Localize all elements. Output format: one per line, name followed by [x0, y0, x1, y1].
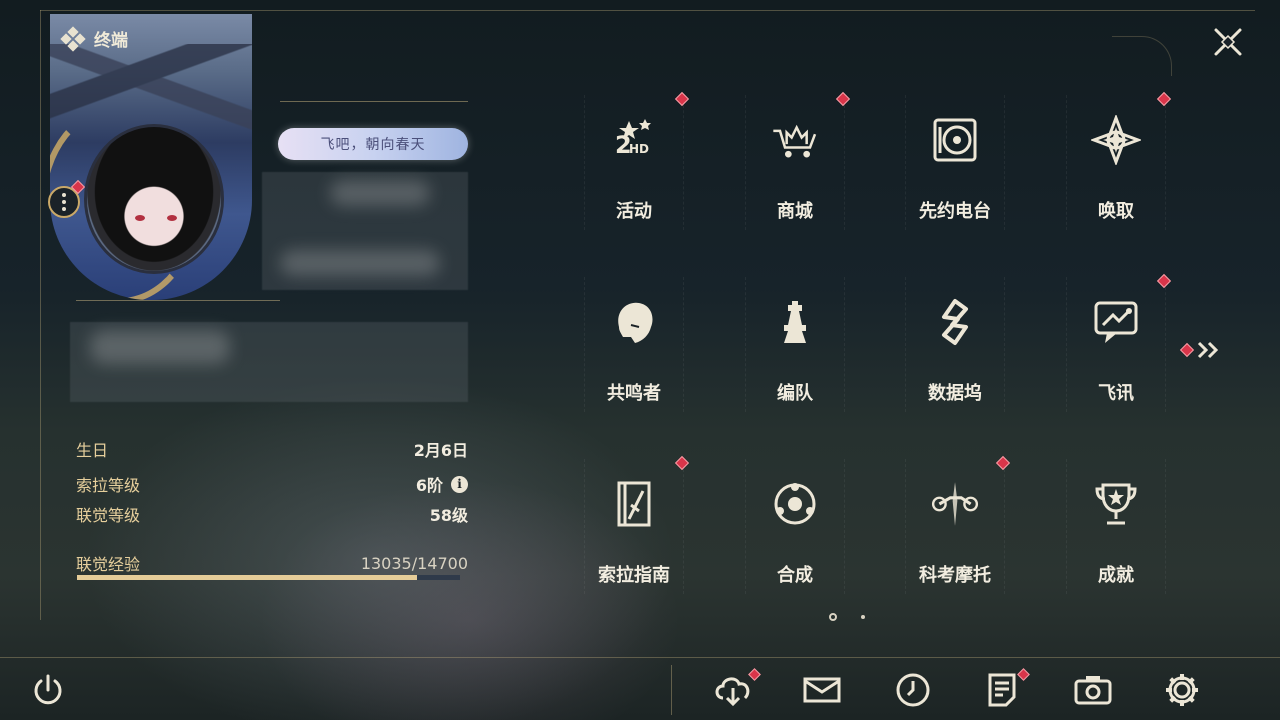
- terminal-header: 终端: [60, 25, 128, 52]
- stat-value: 13035/14700: [360, 553, 468, 573]
- close-icon: [1214, 28, 1242, 56]
- exp-progress-fill: [77, 575, 417, 580]
- guidebook-icon: [609, 479, 659, 529]
- menu-tile-convene-compass[interactable]: 唤取: [1046, 90, 1186, 250]
- shop-cart-crown-icon: [770, 115, 820, 165]
- menu-tile-label: 飞讯: [1098, 383, 1134, 404]
- download-button[interactable]: [713, 668, 761, 710]
- avatar[interactable]: [84, 124, 224, 274]
- menu-tile-resonator-head[interactable]: 共鸣者: [564, 272, 704, 432]
- stat-label: 联觉等级: [76, 506, 141, 525]
- menu-tile-label: 合成: [777, 565, 813, 586]
- bio-text-blurred: [90, 330, 230, 364]
- motorcycle-icon: [930, 479, 980, 529]
- signature-badge: 飞吧，朝向春天: [278, 128, 468, 160]
- camera-icon: [1073, 673, 1113, 707]
- stat-value: 6阶: [415, 476, 443, 495]
- event-2hd-icon: 2 HD: [609, 115, 659, 165]
- diamond-logo-icon: [60, 25, 86, 52]
- menu-tile-message-chat[interactable]: 飞讯: [1046, 272, 1186, 432]
- power-icon: [34, 674, 62, 705]
- stat-union-exp: 联觉经验 13035/14700: [76, 551, 468, 575]
- notice-button[interactable]: [982, 668, 1030, 710]
- svg-text:HD: HD: [629, 142, 649, 156]
- frame-notch: [1112, 36, 1172, 76]
- menu-tile-label: 数据坞: [928, 383, 982, 404]
- menu-tile-synthesis[interactable]: 合成: [725, 454, 865, 614]
- clock-icon: [895, 672, 931, 708]
- signature-text: 飞吧，朝向春天: [320, 137, 426, 153]
- menu-tile-data-bank[interactable]: 数据坞: [885, 272, 1025, 432]
- menu-tile-motorcycle[interactable]: 科考摩托: [885, 454, 1025, 614]
- trophy-icon: [1091, 479, 1141, 529]
- menu-tile-label: 唤取: [1098, 201, 1134, 222]
- radio-record-icon: [930, 115, 980, 165]
- synthesis-icon: [770, 479, 820, 529]
- frame-left-line: [40, 10, 41, 620]
- double-chevron-right-icon: [1197, 341, 1219, 359]
- gear-icon: [1163, 671, 1201, 709]
- resonator-head-icon: [609, 297, 659, 347]
- stat-value-wrap: 6阶 i: [416, 472, 468, 496]
- time-button[interactable]: [893, 670, 933, 710]
- menu-tile-label: 商城: [777, 201, 813, 222]
- notice-icon: [986, 672, 1018, 708]
- menu-tile-label: 编队: [777, 383, 813, 404]
- stat-birthday: 生日 2月6日: [76, 437, 468, 461]
- page-indicator-active[interactable]: [829, 613, 837, 621]
- stat-value: 2月6日: [413, 441, 468, 460]
- menu-tile-label: 索拉指南: [598, 565, 670, 586]
- menu-tile-trophy[interactable]: 成就: [1046, 454, 1186, 614]
- nickname-blurred: [330, 180, 430, 206]
- stat-value: 58级: [429, 506, 468, 525]
- close-button[interactable]: [1208, 22, 1248, 62]
- uid-blurred: [280, 250, 440, 276]
- menu-tile-guidebook[interactable]: 索拉指南: [564, 454, 704, 614]
- info-icon[interactable]: i: [451, 475, 468, 493]
- cloud-download-icon: [713, 672, 753, 708]
- stat-sol-rank: 索拉等级 6阶 i: [76, 472, 468, 496]
- data-bank-icon: [930, 297, 980, 347]
- stat-label: 生日: [76, 441, 109, 460]
- card-divider: [76, 300, 280, 301]
- menu-tile-label: 先约电台: [919, 201, 991, 222]
- notification-badge: [1017, 668, 1030, 681]
- mail-button[interactable]: [802, 670, 842, 710]
- stat-label: 联觉经验: [76, 555, 141, 574]
- bottom-bar-separator: [671, 665, 672, 715]
- photo-button[interactable]: [1073, 670, 1113, 710]
- convene-compass-icon: [1091, 115, 1141, 165]
- menu-tile-label: 活动: [616, 201, 652, 222]
- bottom-bar-divider: [0, 657, 1280, 658]
- settings-button[interactable]: [1162, 670, 1202, 710]
- team-chess-icon: [770, 297, 820, 347]
- menu-tile-radio-record[interactable]: 先约电台: [885, 90, 1025, 250]
- menu-tile-label: 共鸣者: [607, 383, 661, 404]
- menu-tile-team-chess[interactable]: 编队: [725, 272, 865, 432]
- menu-tile-label: 科考摩托: [919, 565, 991, 586]
- power-button[interactable]: [28, 670, 68, 710]
- stat-union-level: 联觉等级 58级: [76, 502, 468, 526]
- mail-icon: [802, 674, 842, 706]
- name-divider: [280, 101, 468, 102]
- message-chat-icon: [1091, 297, 1141, 347]
- stat-label: 索拉等级: [76, 476, 141, 495]
- menu-tile-shop-cart-crown[interactable]: 商城: [725, 90, 865, 250]
- frame-top-line: [40, 10, 1255, 11]
- menu-tile-event-2hd[interactable]: 2 HD 活动: [564, 90, 704, 250]
- page-title: 终端: [94, 31, 128, 51]
- next-page-button[interactable]: [1179, 340, 1222, 360]
- next-page-badge: [1179, 342, 1195, 358]
- menu-tile-label: 成就: [1098, 565, 1134, 586]
- page-indicator[interactable]: [861, 615, 865, 619]
- exp-progress-bar: [77, 575, 460, 580]
